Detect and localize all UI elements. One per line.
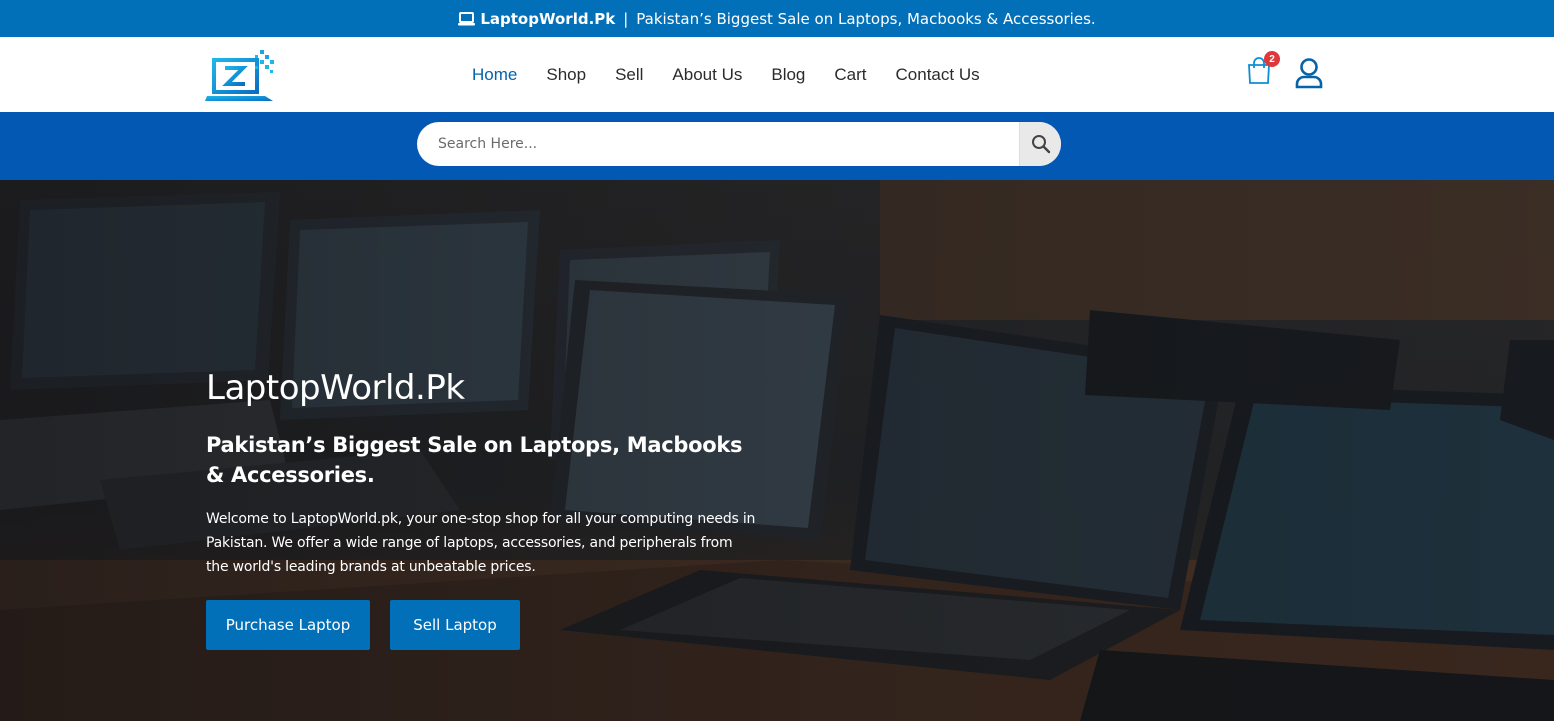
- nav-blog[interactable]: Blog: [761, 65, 815, 85]
- main-nav: Home Shop Sell About Us Blog Cart Contac…: [462, 37, 999, 112]
- account-button[interactable]: [1294, 57, 1324, 89]
- purchase-laptop-button[interactable]: Purchase Laptop: [206, 600, 370, 650]
- topbar-brand: LaptopWorld.Pk: [458, 10, 615, 28]
- topbar-separator: |: [623, 9, 629, 28]
- hero-subtitle: Pakistan’s Biggest Sale on Laptops, Macb…: [206, 433, 743, 487]
- laptop-logo-icon: [205, 50, 274, 101]
- hero-buttons: Purchase Laptop Sell Laptop: [206, 600, 520, 650]
- search-band: [0, 112, 1554, 180]
- search-icon: [1031, 135, 1050, 154]
- hero-section: LaptopWorld.Pk Pakistan’s Biggest Sale o…: [0, 180, 1554, 721]
- hero-description: Welcome to LaptopWorld.pk, your one-stop…: [206, 511, 756, 575]
- hero-title: LaptopWorld.Pk: [206, 368, 465, 408]
- nav-about-us[interactable]: About Us: [662, 65, 752, 85]
- search-input[interactable]: [417, 122, 1019, 166]
- search-bar: [417, 122, 1061, 166]
- user-icon: [1295, 58, 1323, 89]
- nav-contact-us[interactable]: Contact Us: [886, 65, 990, 85]
- site-header: Home Shop Sell About Us Blog Cart Contac…: [0, 37, 1554, 112]
- cart-button[interactable]: 2: [1246, 51, 1280, 91]
- nav-sell[interactable]: Sell: [605, 65, 653, 85]
- nav-shop[interactable]: Shop: [536, 65, 596, 85]
- topbar-message: Pakistan’s Biggest Sale on Laptops, Macb…: [636, 9, 1096, 28]
- search-button[interactable]: [1019, 122, 1061, 166]
- sell-laptop-button[interactable]: Sell Laptop: [390, 600, 520, 650]
- topbar-brand-text: LaptopWorld.Pk: [480, 9, 616, 28]
- nav-home[interactable]: Home: [462, 65, 527, 85]
- announcement-bar: LaptopWorld.Pk | Pakistan’s Biggest Sale…: [0, 0, 1554, 37]
- nav-cart[interactable]: Cart: [824, 65, 876, 85]
- laptop-icon: [458, 11, 476, 25]
- hero-content: LaptopWorld.Pk Pakistan’s Biggest Sale o…: [206, 368, 766, 579]
- site-logo[interactable]: [205, 46, 279, 104]
- cart-count-badge: 2: [1264, 51, 1280, 67]
